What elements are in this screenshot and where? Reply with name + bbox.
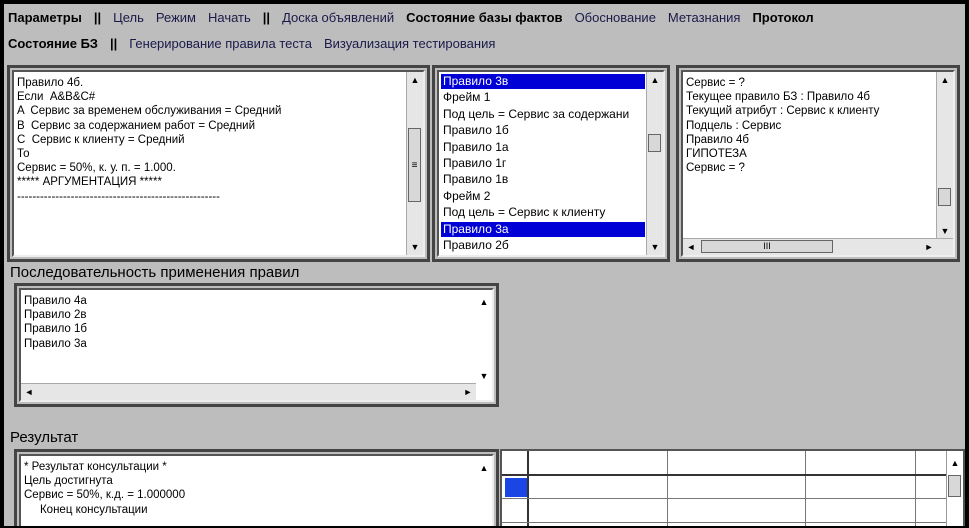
- frame-list-item[interactable]: Правило 3в: [440, 73, 646, 90]
- menu-bar-secondary: Состояние БЗ || Генерирование правила тест…: [8, 36, 507, 51]
- menu-item[interactable]: Состояние базы фактов: [406, 10, 562, 25]
- grid-line: [667, 451, 668, 526]
- frame-list-vscrollbar[interactable]: ▲ ▼: [646, 72, 663, 255]
- scroll-up-icon[interactable]: ▲: [407, 72, 423, 88]
- scroll-down-icon[interactable]: ▼: [407, 239, 423, 255]
- menu-item[interactable]: Генерирование правила теста: [129, 36, 312, 51]
- menu-separator: ||: [262, 10, 271, 25]
- menu-separator: ||: [109, 36, 118, 51]
- status-hscrollbar[interactable]: ◄ III ►: [683, 238, 953, 255]
- menu-item[interactable]: Состояние БЗ: [8, 36, 98, 51]
- result-title: Результат: [10, 429, 79, 446]
- frame-list-item[interactable]: Под цель = Сервис к клиенту: [441, 205, 645, 220]
- menu-item[interactable]: Доска объявлений: [282, 10, 394, 25]
- grid-line: [502, 498, 947, 499]
- frame-list-frame: Правило 3в Фрейм 1 Под цель = Сервис за со…: [432, 65, 670, 262]
- frame-list-item[interactable]: Правило 2б: [441, 238, 645, 253]
- menu-bar-primary: Параметры || Цель Режим Начать || Доска объявл…: [8, 10, 826, 25]
- menu-item[interactable]: Метазнания: [668, 10, 741, 25]
- scroll-right-icon[interactable]: ►: [921, 239, 937, 255]
- grid-vscrollbar[interactable]: ▲: [946, 451, 963, 526]
- status-panel[interactable]: Сервис = ? Текущее правило БЗ : Правило …: [681, 70, 955, 257]
- menu-item[interactable]: Режим: [156, 10, 196, 25]
- menu-item[interactable]: Визуализация тестирования: [324, 36, 495, 51]
- scroll-thumb[interactable]: ≡: [408, 128, 421, 202]
- scroll-up-icon[interactable]: ▲: [937, 72, 953, 88]
- grid-line: [502, 522, 947, 523]
- menu-item[interactable]: Параметры: [8, 10, 82, 25]
- scroll-down-icon[interactable]: ▼: [647, 239, 663, 255]
- sequence-vscrollbar[interactable]: ▲ ▼: [476, 290, 492, 384]
- scroll-up-icon[interactable]: ▲: [476, 294, 492, 310]
- frame-list-item[interactable]: Правило 1а: [441, 140, 645, 155]
- frame-list-item[interactable]: Правило 1в: [441, 172, 645, 187]
- sequence-title: Последовательность применения правил: [10, 264, 300, 281]
- grid-line: [915, 451, 916, 526]
- status-vscrollbar[interactable]: ▲ ▼: [936, 72, 953, 239]
- frame-list-item[interactable]: Правило 1б: [441, 123, 645, 138]
- grid-line: [805, 451, 806, 526]
- scroll-left-icon[interactable]: ◄: [683, 239, 699, 255]
- frame-list-item[interactable]: Фрейм 1: [441, 90, 645, 105]
- sequence-text: Правило 4а Правило 2в Правило 1б Правило…: [24, 295, 88, 350]
- scroll-down-icon[interactable]: ▼: [937, 223, 953, 239]
- scroll-thumb[interactable]: [648, 134, 661, 152]
- frame-list[interactable]: Правило 3в Фрейм 1 Под цель = Сервис за со…: [437, 70, 665, 257]
- frame-list-item[interactable]: Правило 1г: [441, 156, 645, 171]
- grid-line: [527, 451, 529, 526]
- scroll-up-icon[interactable]: ▲: [647, 72, 663, 88]
- status-text: Сервис = ? Текущее правило БЗ : Правило …: [686, 77, 880, 175]
- rule-vscrollbar[interactable]: ▲ ≡ ▼: [406, 72, 423, 255]
- grid-selected-cell[interactable]: [505, 478, 527, 497]
- menu-item[interactable]: Обоснование: [575, 10, 656, 25]
- sequence-panel[interactable]: Правило 4а Правило 2в Правило 1б Правило…: [19, 288, 494, 402]
- menu-item[interactable]: Цель: [113, 10, 144, 25]
- scroll-up-icon[interactable]: ▲: [947, 455, 963, 471]
- test-grid[interactable]: ▲: [500, 449, 965, 526]
- scroll-thumb[interactable]: III: [701, 240, 833, 253]
- result-panel-frame: * Результат консультации * Цель достигну…: [14, 449, 499, 526]
- scroll-right-icon[interactable]: ►: [460, 384, 476, 400]
- result-text: * Результат консультации * Цель достигну…: [24, 461, 186, 516]
- grid-line: [502, 474, 947, 476]
- menu-item[interactable]: Начать: [208, 10, 251, 25]
- frame-list-item[interactable]: Правило 3а: [441, 221, 645, 237]
- sequence-hscrollbar[interactable]: ◄ ►: [21, 383, 476, 400]
- frame-list-item[interactable]: Фрейм 2: [441, 189, 645, 204]
- menu-separator: ||: [93, 10, 102, 25]
- status-panel-frame: Сервис = ? Текущее правило БЗ : Правило …: [676, 65, 960, 262]
- scroll-thumb[interactable]: [948, 475, 961, 497]
- scroll-down-icon[interactable]: ▼: [476, 368, 492, 384]
- menu-item[interactable]: Протокол: [752, 10, 813, 25]
- rule-panel-frame: Правило 4б. Если A&B&C# A Сервис за врем…: [7, 65, 430, 262]
- rule-panel[interactable]: Правило 4б. Если A&B&C# A Сервис за врем…: [12, 70, 425, 257]
- scroll-up-icon[interactable]: ▲: [476, 460, 492, 476]
- app-window: Параметры || Цель Режим Начать || Доска объявл…: [4, 4, 965, 526]
- scroll-left-icon[interactable]: ◄: [21, 384, 37, 400]
- sequence-panel-frame: Правило 4а Правило 2в Правило 1б Правило…: [14, 283, 499, 407]
- result-vscrollbar[interactable]: ▲: [476, 456, 492, 526]
- frame-list-item[interactable]: Под цель = Сервис за содержани: [441, 107, 645, 122]
- result-panel[interactable]: * Результат консультации * Цель достигну…: [19, 454, 494, 526]
- rule-text: Правило 4б. Если A&B&C# A Сервис за врем…: [17, 77, 282, 203]
- scroll-thumb[interactable]: [938, 188, 951, 206]
